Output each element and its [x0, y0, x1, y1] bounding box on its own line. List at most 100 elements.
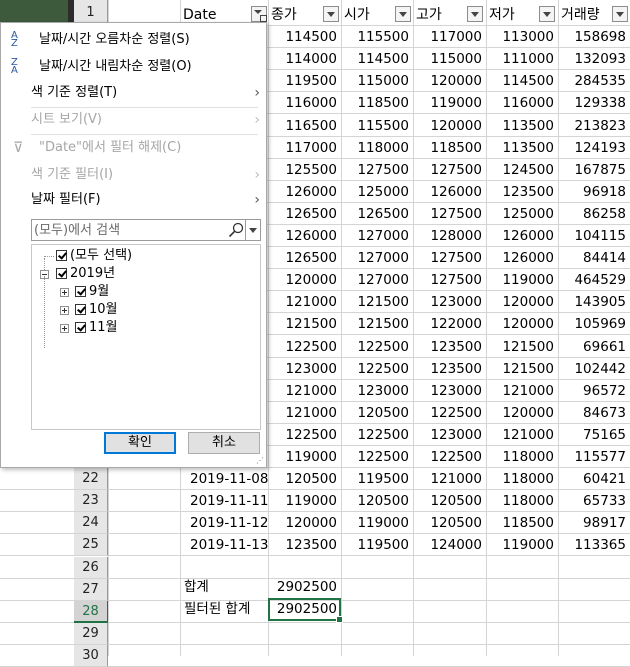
cell-high[interactable]: 126000	[413, 181, 486, 203]
cancel-button[interactable]: 취소	[188, 432, 260, 454]
cell-open[interactable]: 120500	[341, 490, 413, 512]
cell-high[interactable]: 123000	[413, 380, 486, 402]
cell-high[interactable]: 118500	[413, 137, 486, 159]
resize-grip-icon[interactable]: ⋰	[256, 457, 264, 465]
cell-open[interactable]: 127000	[341, 247, 413, 269]
filter-dropdown-low[interactable]	[539, 6, 555, 22]
cell-open[interactable]: 115500	[341, 115, 413, 137]
cell-low[interactable]: 121000	[486, 424, 558, 446]
cell-close[interactable]: 120000	[268, 269, 341, 291]
cell-close[interactable]: 126500	[268, 203, 341, 225]
cell-high[interactable]: 123000	[413, 291, 486, 313]
row-header[interactable]: 24	[74, 512, 108, 534]
filter-dropdown-high[interactable]	[467, 6, 483, 22]
cell-low[interactable]: 121000	[486, 380, 558, 402]
row-header[interactable]: 27	[74, 579, 108, 601]
cell-low[interactable]: 118000	[486, 446, 558, 468]
cell-low[interactable]: 126000	[486, 247, 558, 269]
cell-volume[interactable]: 65733	[558, 490, 630, 512]
cell-volume[interactable]: 86258	[558, 203, 630, 225]
row-header[interactable]: 29	[74, 623, 108, 645]
cell-close[interactable]: 119000	[268, 446, 341, 468]
cell-date[interactable]: 2019-11-12	[180, 512, 268, 534]
cell-date[interactable]: 2019-11-11	[180, 490, 268, 512]
cell-volume[interactable]: 113365	[558, 534, 630, 556]
cell-open[interactable]: 119000	[341, 512, 413, 534]
cell-volume[interactable]: 104115	[558, 225, 630, 247]
cell-low[interactable]: 120000	[486, 313, 558, 335]
cell-high[interactable]: 123500	[413, 336, 486, 358]
cell-close[interactable]: 120500	[268, 468, 341, 490]
ok-button[interactable]: 확인	[104, 432, 176, 454]
cell-close[interactable]: 121000	[268, 402, 341, 424]
cell-low[interactable]: 123500	[486, 181, 558, 203]
cell-low[interactable]: 120000	[486, 402, 558, 424]
cell-open[interactable]: 127500	[341, 159, 413, 181]
cell-low[interactable]: 111000	[486, 48, 558, 70]
cell-volume[interactable]: 75165	[558, 424, 630, 446]
row-header[interactable]: 23	[74, 490, 108, 512]
cell-close[interactable]: 126000	[268, 181, 341, 203]
cell-volume[interactable]: 102442	[558, 358, 630, 380]
cell-close[interactable]: 123000	[268, 358, 341, 380]
cell-volume[interactable]: 96918	[558, 181, 630, 203]
cell-volume[interactable]: 60421	[558, 468, 630, 490]
cell-high[interactable]: 121000	[413, 468, 486, 490]
search-input[interactable]	[34, 221, 224, 239]
cell-close[interactable]: 119000	[268, 490, 341, 512]
cell-close[interactable]: 116500	[268, 115, 341, 137]
cell-volume[interactable]: 129338	[558, 92, 630, 114]
cell-volume[interactable]: 132093	[558, 48, 630, 70]
cell-low[interactable]: 118000	[486, 490, 558, 512]
cell-low[interactable]: 113000	[486, 26, 558, 48]
cell-volume[interactable]: 84414	[558, 247, 630, 269]
checkbox-checked-icon[interactable]	[75, 304, 86, 315]
cell-high[interactable]: 127500	[413, 159, 486, 181]
cell-high[interactable]: 117000	[413, 26, 486, 48]
cell-open[interactable]: 114500	[341, 48, 413, 70]
cell-volume[interactable]: 464529	[558, 269, 630, 291]
cell-close[interactable]: 126000	[268, 225, 341, 247]
cell-low[interactable]: 114500	[486, 70, 558, 92]
cell-open[interactable]: 125000	[341, 181, 413, 203]
cell-volume[interactable]: 167875	[558, 159, 630, 181]
cell-open[interactable]: 126500	[341, 203, 413, 225]
cell-volume[interactable]: 105969	[558, 313, 630, 335]
cell-low[interactable]: 118000	[486, 468, 558, 490]
cell-open[interactable]: 121500	[341, 291, 413, 313]
cell-low[interactable]: 124500	[486, 159, 558, 181]
row-header[interactable]: 26	[74, 557, 108, 579]
cell-open[interactable]: 122500	[341, 358, 413, 380]
cell-close[interactable]: 123500	[268, 534, 341, 556]
cell-open[interactable]: 122500	[341, 336, 413, 358]
expand-icon[interactable]	[60, 288, 69, 297]
cell-open[interactable]: 127000	[341, 225, 413, 247]
cell-date[interactable]: 2019-11-13	[180, 534, 268, 556]
cell-low[interactable]: 121500	[486, 336, 558, 358]
tree-node-month-sep[interactable]: 9월	[60, 283, 180, 301]
checkbox-checked-icon[interactable]	[56, 250, 67, 261]
tree-node-year[interactable]: 2019년	[40, 265, 240, 283]
cell-low[interactable]: 119000	[486, 269, 558, 291]
filter-dropdown-volume[interactable]	[612, 6, 628, 22]
sum-label[interactable]: 합계	[180, 576, 268, 598]
cell-close[interactable]: 126500	[268, 247, 341, 269]
cell-volume[interactable]: 143905	[558, 291, 630, 313]
cell-close[interactable]: 114000	[268, 48, 341, 70]
cell-open[interactable]: 123000	[341, 380, 413, 402]
filtered-sum-label[interactable]: 필터된 합계	[180, 598, 268, 620]
filter-dropdown-close[interactable]	[323, 6, 339, 22]
cell-open[interactable]: 119500	[341, 534, 413, 556]
sort-by-color-item[interactable]: 색 기준 정렬(T) ›	[1, 80, 266, 106]
cell-high[interactable]: 127500	[413, 269, 486, 291]
cell-close[interactable]: 121500	[268, 313, 341, 335]
checkbox-checked-icon[interactable]	[75, 286, 86, 297]
cell-high[interactable]: 122000	[413, 313, 486, 335]
filter-dropdown-open[interactable]	[395, 6, 411, 22]
cell-close[interactable]: 122500	[268, 336, 341, 358]
cell-close[interactable]: 116000	[268, 92, 341, 114]
expand-icon[interactable]	[60, 324, 69, 333]
cell-open[interactable]: 120500	[341, 402, 413, 424]
cell-high[interactable]: 120500	[413, 512, 486, 534]
cell-volume[interactable]: 124193	[558, 137, 630, 159]
